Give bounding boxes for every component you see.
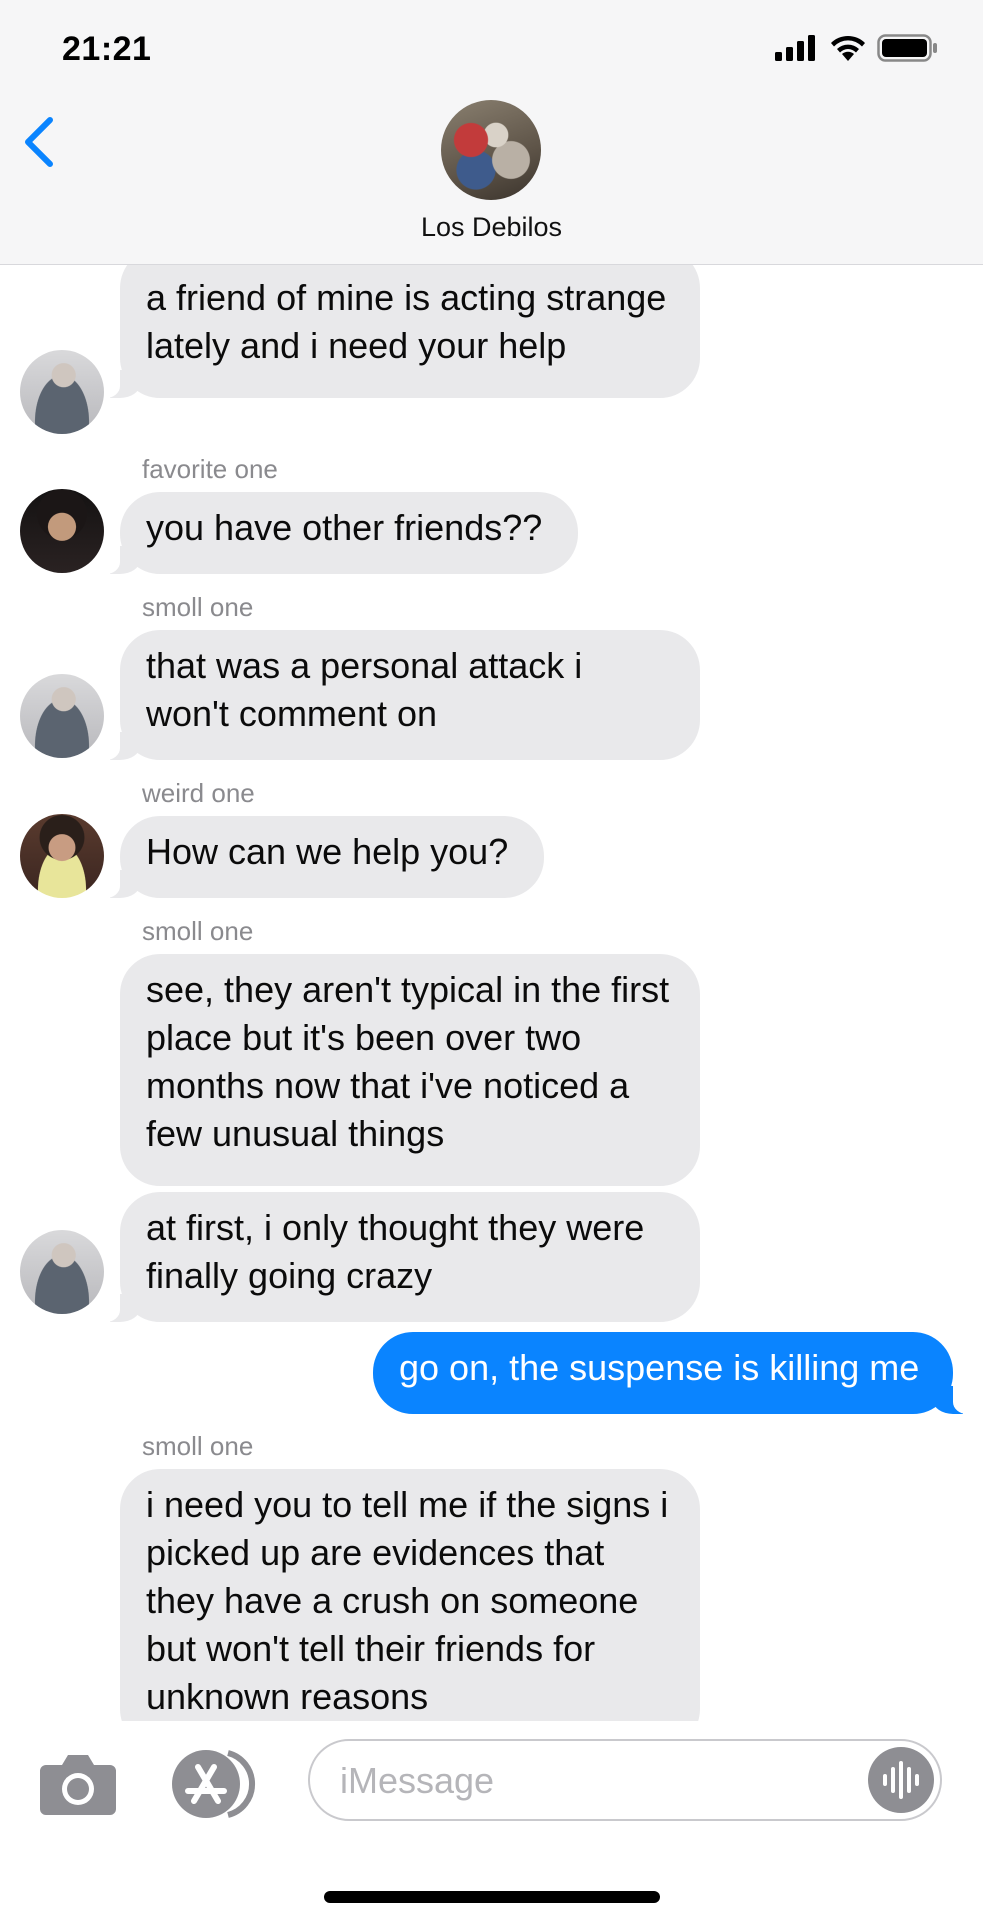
sender-name: smoll one <box>142 916 254 946</box>
status-icons <box>775 34 939 62</box>
message-text: see, they aren't typical in the first pl… <box>146 969 670 1154</box>
message-bubble-outgoing[interactable]: go on, the suspense is killing me <box>373 1332 979 1414</box>
wifi-icon <box>831 35 865 61</box>
avatar-favorite-one[interactable] <box>20 489 104 573</box>
message-bubble[interactable]: at first, i only thought they were final… <box>94 1192 700 1322</box>
avatar-smoll-one[interactable] <box>20 674 104 758</box>
message-text: that was a personal attack i won't comme… <box>146 645 583 734</box>
back-button[interactable] <box>16 112 66 172</box>
message-bubble[interactable]: you have other friends?? <box>94 492 578 574</box>
app-store-button[interactable] <box>166 1747 260 1821</box>
message-text: at first, i only thought they were final… <box>146 1207 645 1296</box>
camera-icon <box>40 1755 116 1815</box>
avatar-smoll-one[interactable] <box>20 1230 104 1314</box>
message-bubble[interactable]: that was a personal attack i won't comme… <box>94 630 700 760</box>
message-text: you have other friends?? <box>146 507 543 548</box>
status-time: 21:21 <box>62 30 152 68</box>
app-store-icon <box>172 1750 256 1818</box>
battery-icon <box>877 34 937 62</box>
home-indicator <box>324 1891 660 1903</box>
message-text: i need you to tell me if the signs i pic… <box>146 1484 669 1717</box>
audio-waveform-icon <box>883 1761 919 1799</box>
voice-memo-button[interactable] <box>868 1747 934 1813</box>
chevron-left-icon <box>25 117 53 167</box>
compose-bar <box>0 1721 983 1920</box>
message-bubble[interactable]: i need you to tell me if the signs i pic… <box>120 1469 700 1721</box>
sender-name: smoll one <box>142 592 254 622</box>
message-bubble[interactable]: a friend of mine is acting strange latel… <box>94 264 700 398</box>
message-bubble[interactable]: How can we help you? <box>94 816 544 898</box>
message-text: go on, the suspense is killing me <box>399 1347 920 1388</box>
conversation-header: Los Debilos <box>0 90 983 265</box>
avatar-weird-one[interactable] <box>20 814 104 898</box>
message-bubble[interactable]: see, they aren't typical in the first pl… <box>120 954 700 1186</box>
status-bar: 21:21 <box>0 0 983 90</box>
sender-name: weird one <box>142 778 255 808</box>
avatar-smoll-one[interactable] <box>20 350 104 434</box>
sender-name: favorite one <box>142 454 278 484</box>
conversation-title[interactable]: Los Debilos <box>0 212 983 243</box>
message-input[interactable] <box>338 1755 862 1807</box>
sender-name: smoll one <box>142 1431 254 1461</box>
group-avatar[interactable] <box>441 100 541 200</box>
message-input-field[interactable] <box>308 1739 942 1821</box>
message-text: a friend of mine is acting strange latel… <box>146 277 667 366</box>
cellular-signal-icon <box>775 35 815 61</box>
camera-button[interactable] <box>38 1751 118 1817</box>
message-list[interactable]: a friend of mine is acting strange latel… <box>0 264 983 1721</box>
message-text: How can we help you? <box>146 831 509 872</box>
